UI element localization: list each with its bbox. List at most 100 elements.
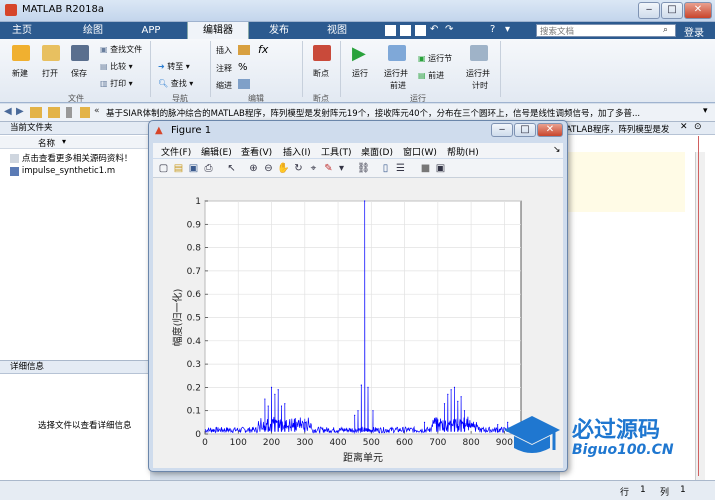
- x-tick-label: 300: [296, 438, 313, 448]
- browse-folder-icon[interactable]: [48, 107, 60, 118]
- tab-editor[interactable]: 编辑器: [187, 22, 249, 39]
- current-path[interactable]: 基于SIAR体制的脉冲综合的MATLAB程序，阵列模型是发射阵元19个，接收阵元…: [106, 107, 701, 119]
- legend-icon[interactable]: ☰: [394, 162, 407, 175]
- find-files-button[interactable]: ▣ 查找文件: [100, 44, 142, 55]
- paste-quick-icon[interactable]: [415, 25, 426, 36]
- menu-insert[interactable]: 插入(I): [283, 145, 311, 158]
- undo-icon[interactable]: ↶: [430, 24, 438, 35]
- ribbon-separator: [210, 41, 211, 97]
- tab-plots[interactable]: 绘图: [74, 22, 112, 39]
- copy-quick-icon[interactable]: [400, 25, 411, 36]
- advance-button[interactable]: ▤ 前进: [418, 70, 444, 81]
- open-file-icon[interactable]: ▤: [172, 162, 185, 175]
- sort-icon[interactable]: ▾: [62, 137, 66, 146]
- hide-plot-tools-icon[interactable]: ■: [419, 162, 432, 175]
- help-icon[interactable]: ?: [490, 24, 495, 35]
- open-button[interactable]: 打开: [42, 68, 58, 79]
- compare-button[interactable]: ▤ 比较 ▾: [100, 61, 133, 72]
- figure-close-button[interactable]: ✕: [537, 123, 563, 137]
- run-group-label: 运行: [410, 94, 426, 103]
- peak-point: [364, 200, 366, 202]
- back-icon[interactable]: ◀: [4, 106, 12, 117]
- close-button[interactable]: ✕: [684, 2, 712, 19]
- comment-button[interactable]: 注释: [216, 63, 232, 74]
- menu-file[interactable]: 文件(F): [161, 145, 191, 158]
- find-button[interactable]: 🔍︎ 查找 ▾: [158, 78, 193, 89]
- menu-desktop[interactable]: 桌面(D): [361, 145, 393, 158]
- save-figure-icon[interactable]: ▣: [187, 162, 200, 175]
- run-icon[interactable]: ▶: [352, 45, 366, 63]
- new-button[interactable]: 新建: [12, 68, 28, 79]
- x-tick-label: 200: [263, 438, 280, 448]
- save-button[interactable]: 保存: [71, 68, 87, 79]
- new-icon[interactable]: [12, 45, 30, 61]
- pan-icon[interactable]: ✋: [277, 162, 290, 175]
- list-item[interactable]: 点击查看更多相关源码资料！: [10, 152, 132, 164]
- tab-home[interactable]: 主页: [6, 22, 38, 39]
- insert-button[interactable]: 插入: [216, 45, 232, 56]
- list-item[interactable]: impulse_synthetic1.m: [10, 166, 115, 177]
- print-figure-icon[interactable]: ⎙: [202, 162, 215, 175]
- run-time-button[interactable]: 运行并: [466, 68, 490, 79]
- print-button[interactable]: ▥ 打印 ▾: [100, 78, 133, 89]
- search-input[interactable]: 搜索文档 ⌕: [536, 24, 676, 37]
- editor-tab-strip: ATLAB程序，阵列模型是发 ✕ ⊙: [560, 122, 715, 135]
- function-icon[interactable]: fx: [258, 43, 268, 56]
- run-advance-icon[interactable]: [388, 45, 406, 61]
- row-label: 行: [620, 488, 630, 498]
- menu-window[interactable]: 窗口(W): [403, 145, 437, 158]
- select-pointer-icon[interactable]: ↖: [225, 162, 238, 175]
- show-plot-tools-icon[interactable]: ▣: [434, 162, 447, 175]
- brush-icon[interactable]: ✎: [322, 162, 335, 175]
- indent-button[interactable]: 缩进: [216, 80, 232, 91]
- search-icon[interactable]: ⌕: [663, 25, 668, 35]
- data-cursor-icon[interactable]: ⌖: [307, 162, 320, 175]
- run-section-button[interactable]: ▣ 运行节: [418, 53, 452, 64]
- menu-view[interactable]: 查看(V): [241, 145, 272, 158]
- tab-apps[interactable]: APP: [130, 22, 172, 39]
- peak-point: [423, 421, 426, 423]
- minimize-button[interactable]: ‒: [638, 2, 660, 19]
- menu-help[interactable]: 帮助(H): [447, 145, 479, 158]
- figure-maximize-button[interactable]: □: [514, 123, 536, 137]
- zoom-in-icon[interactable]: ⊕: [247, 162, 260, 175]
- path-chevron-icon: «: [94, 106, 100, 116]
- editor-tab-snippet[interactable]: ATLAB程序，阵列模型是发: [566, 123, 669, 135]
- link-plot-icon[interactable]: ⛓: [357, 162, 370, 175]
- tab-publish[interactable]: 发布: [258, 22, 300, 39]
- forward-icon[interactable]: ▶: [16, 106, 24, 117]
- ribbon-separator: [302, 41, 303, 97]
- panel-close-icon[interactable]: ✕: [680, 122, 688, 132]
- save-quick-icon[interactable]: [385, 25, 396, 36]
- save-icon[interactable]: [71, 45, 89, 61]
- dropdown-icon[interactable]: ▾: [505, 24, 510, 35]
- new-figure-icon[interactable]: ▢: [157, 162, 170, 175]
- percent-icon[interactable]: %: [238, 62, 248, 73]
- path-dropdown-icon[interactable]: ▾: [703, 106, 708, 116]
- goto-button[interactable]: ➜ 转至 ▾: [158, 61, 190, 72]
- login-link[interactable]: 登录: [684, 24, 704, 39]
- figure-minimize-button[interactable]: ‒: [491, 123, 513, 137]
- run-button[interactable]: 运行: [352, 68, 368, 79]
- menu-tools[interactable]: 工具(T): [321, 145, 352, 158]
- insert-section-icon[interactable]: [238, 45, 250, 55]
- name-column-header[interactable]: 名称 ▾: [0, 136, 156, 149]
- menu-edit[interactable]: 编辑(E): [201, 145, 232, 158]
- brush-dropdown-icon[interactable]: ▾: [335, 162, 348, 175]
- run-time-icon[interactable]: [470, 45, 488, 61]
- open-folder-icon[interactable]: [42, 45, 60, 61]
- run-advance-button[interactable]: 运行并: [384, 68, 408, 79]
- tab-view[interactable]: 视图: [316, 22, 358, 39]
- zoom-out-icon[interactable]: ⊖: [262, 162, 275, 175]
- col-value: 1: [680, 485, 686, 495]
- breakpoints-button[interactable]: 断点: [313, 68, 329, 79]
- menu-dock-icon[interactable]: ↘: [553, 145, 561, 155]
- redo-icon[interactable]: ↷: [445, 24, 453, 35]
- maximize-button[interactable]: □: [661, 2, 683, 19]
- breakpoint-icon[interactable]: [313, 45, 331, 61]
- panel-menu-icon[interactable]: ⊙: [694, 122, 702, 132]
- indent-icon[interactable]: [238, 79, 250, 89]
- rotate-icon[interactable]: ↻: [292, 162, 305, 175]
- up-folder-icon[interactable]: [30, 107, 42, 118]
- colorbar-icon[interactable]: ▯: [379, 162, 392, 175]
